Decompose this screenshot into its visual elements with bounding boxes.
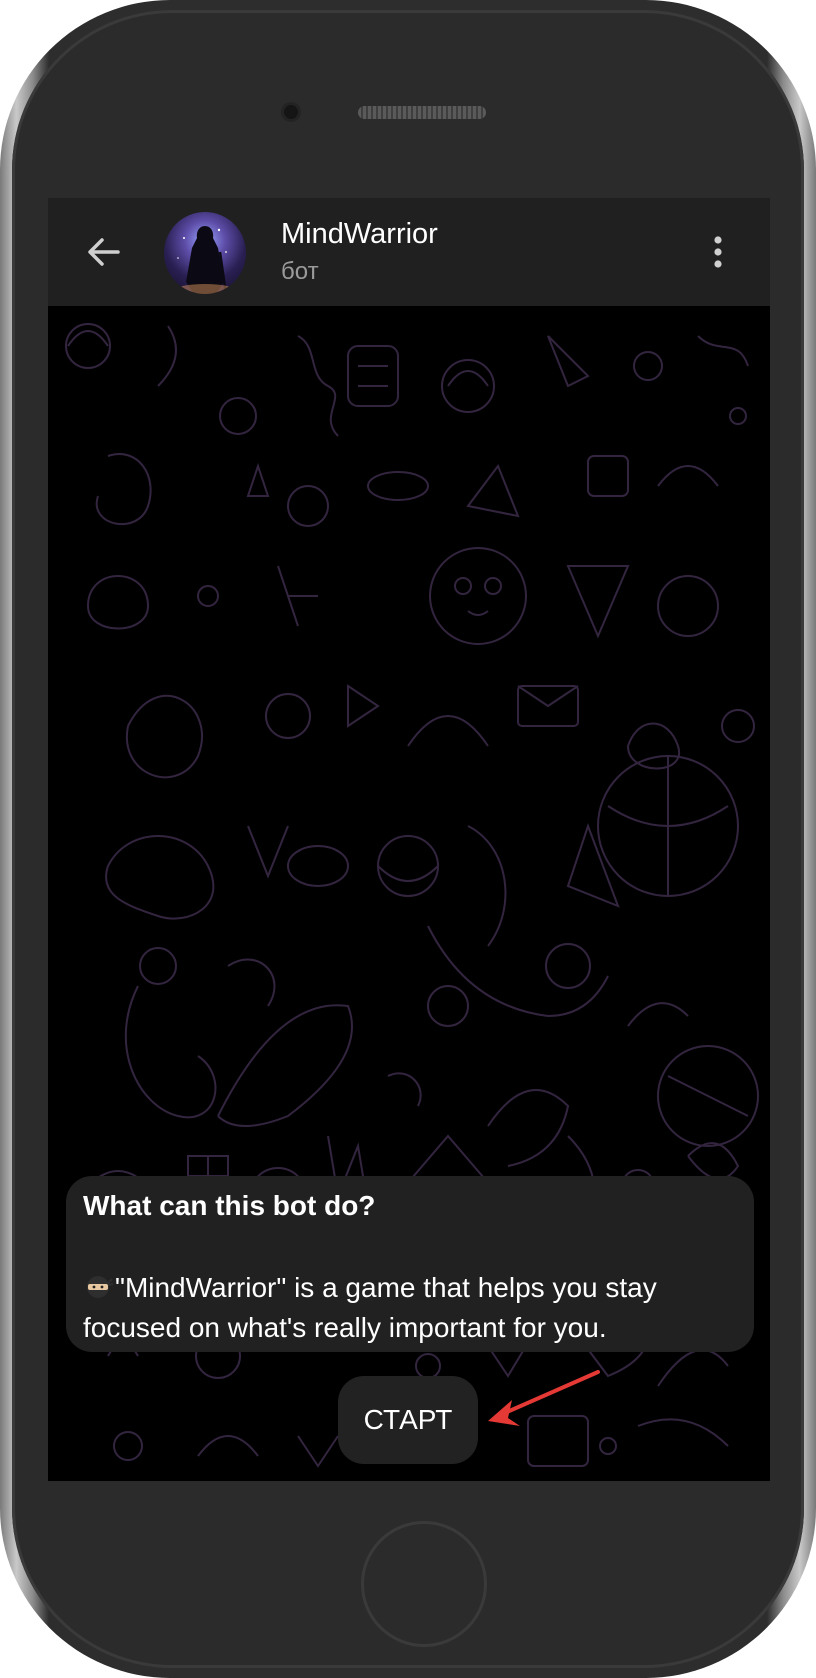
- bot-avatar[interactable]: [164, 212, 246, 294]
- front-camera: [284, 105, 298, 119]
- start-button[interactable]: СТАРТ: [338, 1376, 478, 1464]
- more-vertical-icon[interactable]: [704, 232, 732, 272]
- chat-title[interactable]: MindWarrior: [281, 218, 438, 251]
- bot-intro-text: "MindWarrior" is a game that helps you s…: [83, 1268, 743, 1348]
- red-arrow-icon: [488, 1370, 600, 1426]
- ninja-emoji: [87, 1276, 113, 1298]
- telegram-chat-screen: MindWarrior бот What can this bot do? "M…: [48, 198, 770, 1481]
- warrior-avatar-image: [175, 226, 235, 294]
- bot-intro-message: What can this bot do? "MindWarrior" is a…: [66, 1176, 754, 1352]
- arrow-left-icon[interactable]: [84, 232, 124, 272]
- chat-subtitle: бот: [281, 258, 319, 285]
- home-button[interactable]: [361, 1521, 487, 1647]
- bot-intro-description: "MindWarrior" is a game that helps you s…: [83, 1272, 657, 1343]
- bot-intro-title: What can this bot do?: [83, 1190, 376, 1221]
- earpiece-speaker: [358, 106, 486, 119]
- chat-header: MindWarrior бот: [48, 198, 770, 306]
